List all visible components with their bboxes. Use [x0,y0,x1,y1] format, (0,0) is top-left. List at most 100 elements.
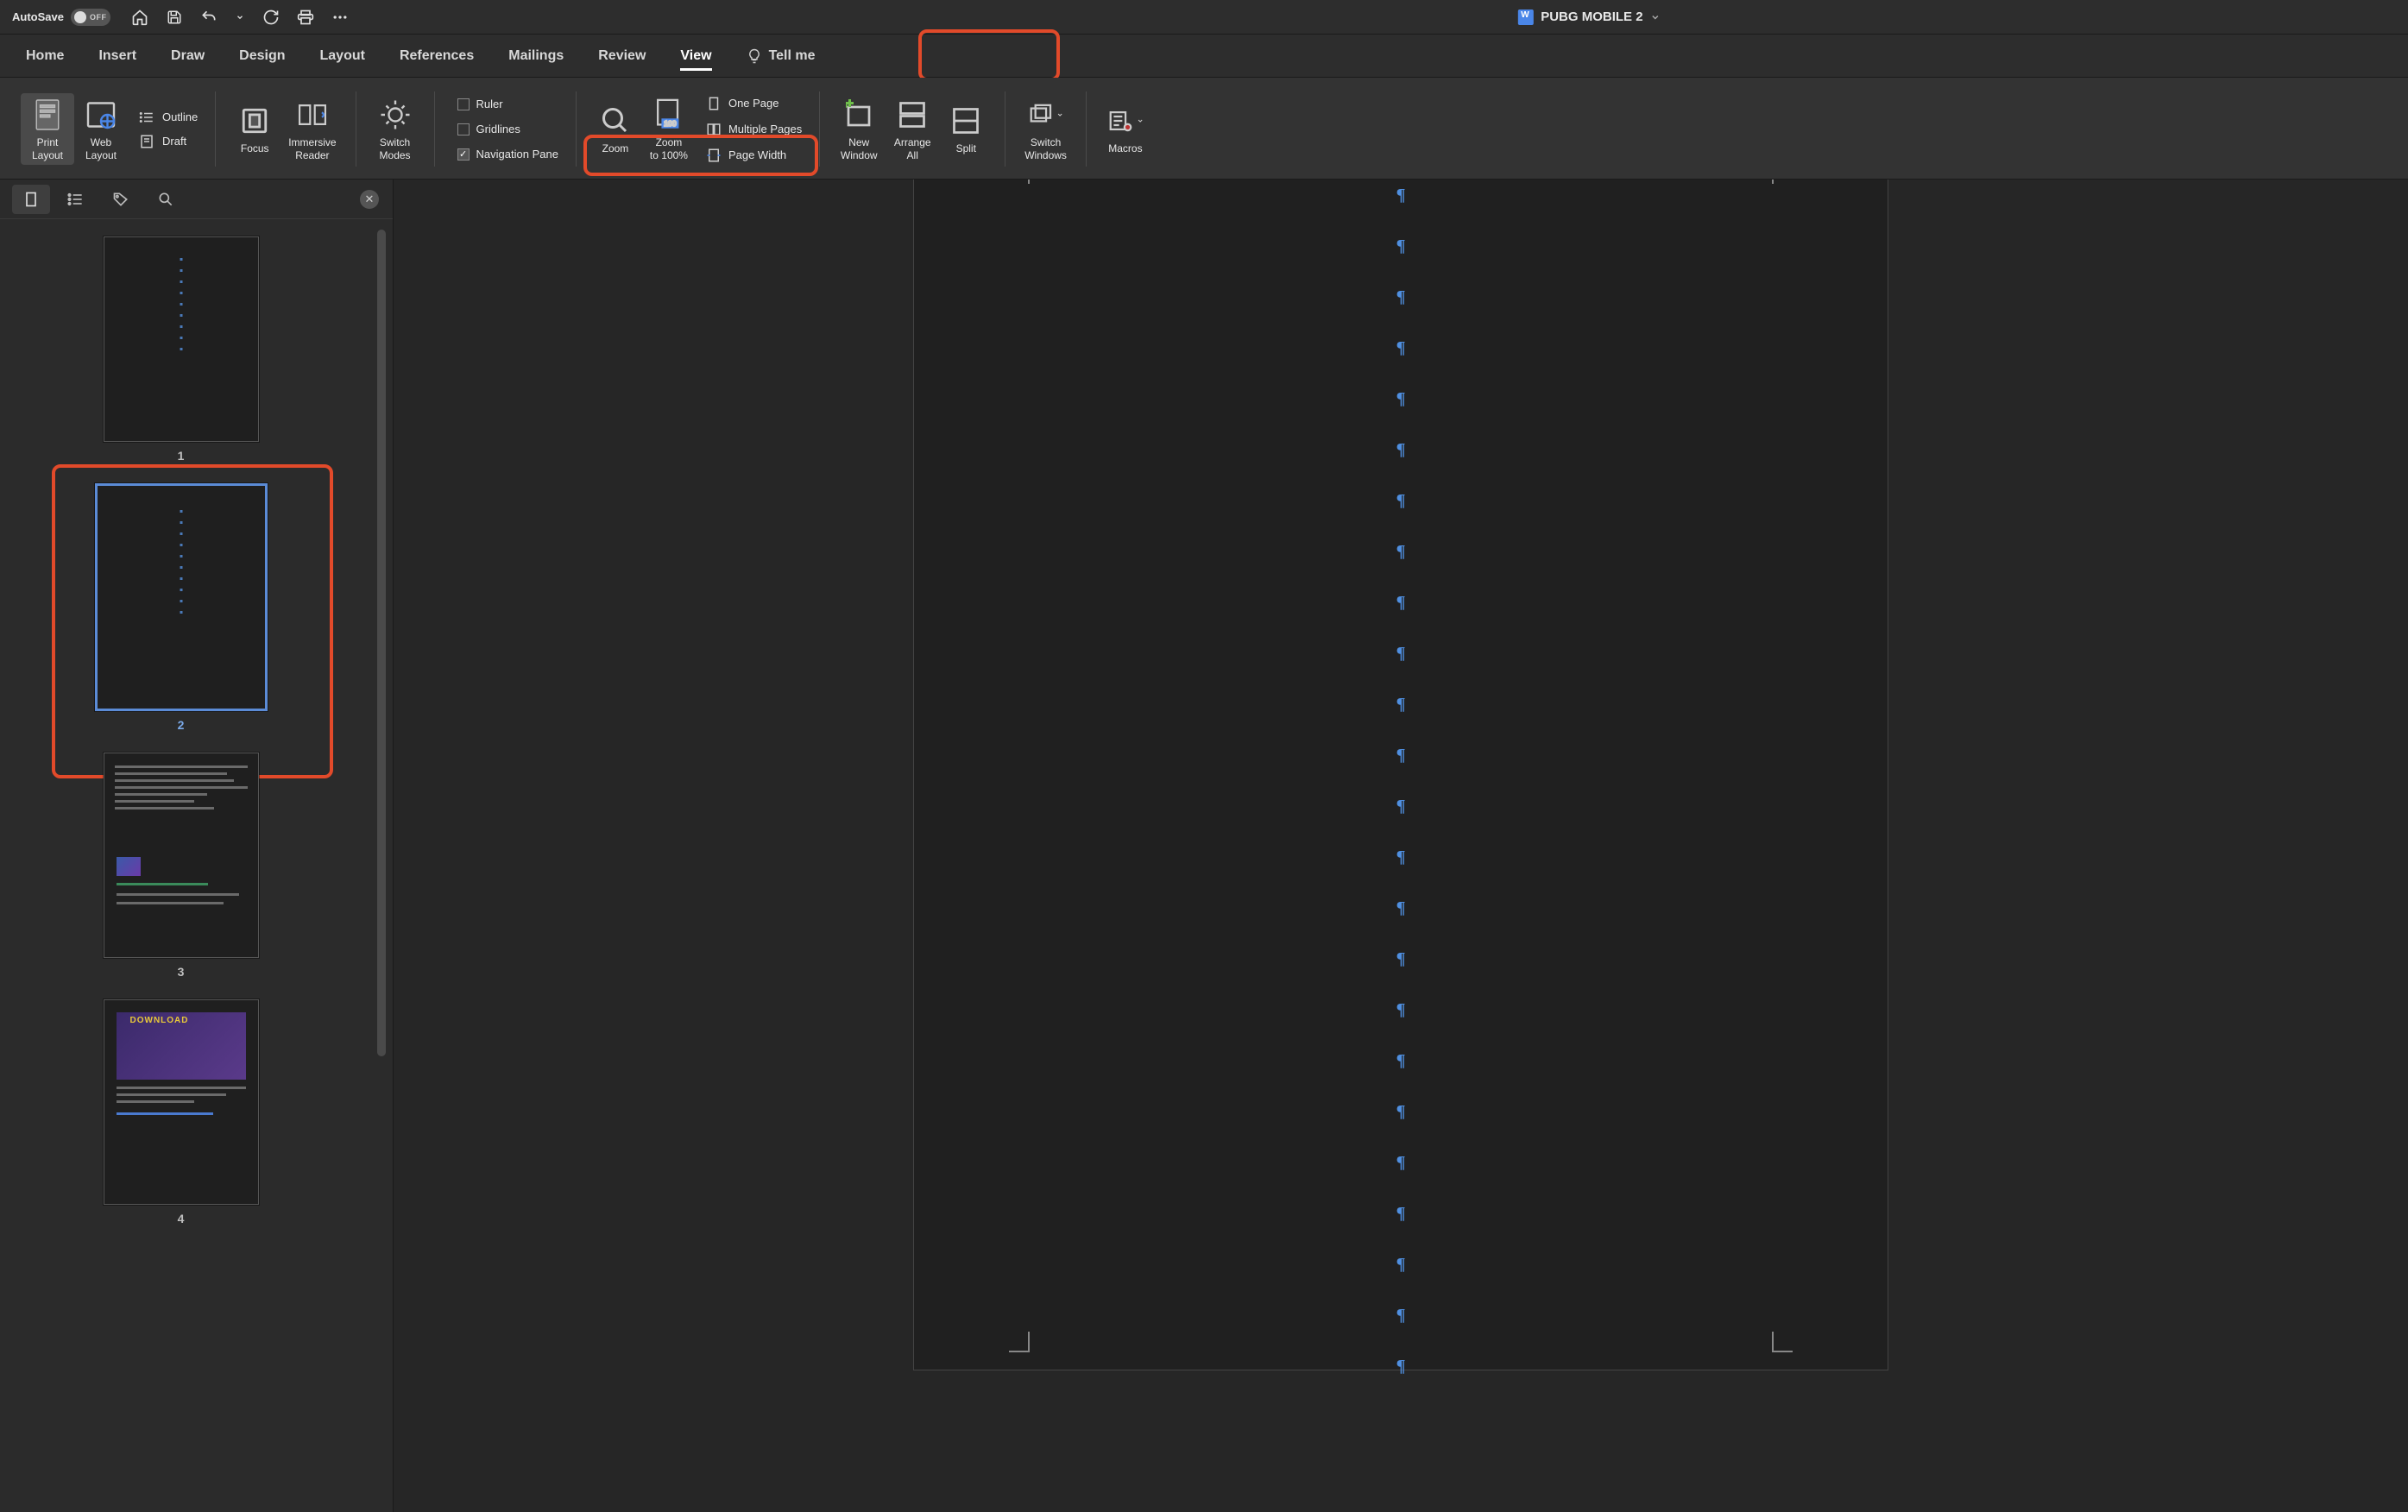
page-width-icon [706,148,722,163]
pilcrow-icon: ¶ [1396,1153,1406,1173]
pilcrow-icon: ¶ [1396,1204,1406,1224]
split-button[interactable]: Split [939,99,993,158]
tab-insert[interactable]: Insert [81,40,154,72]
group-macros: Macros [1087,83,1164,175]
draft-button[interactable]: Draft [133,132,203,151]
redo-icon[interactable] [262,9,280,26]
zoom-icon [597,103,634,139]
tab-layout[interactable]: Layout [303,40,382,72]
switch-modes-button[interactable]: Switch Modes [369,93,422,165]
zoom-100-button[interactable]: 100 Zoom to 100% [642,93,696,165]
tab-draw[interactable]: Draw [154,40,222,72]
document-canvas[interactable]: ¶ ¶ ¶ ¶ ¶ ¶ ¶ ¶ ¶ ¶ ¶ ¶ ¶ ¶ ¶ ¶ ¶ ¶ ¶ ¶ [394,180,2408,1512]
pilcrow-icon: ¶ [1396,898,1406,918]
ribbon-tabs: Home Insert Draw Design Layout Reference… [0,35,2408,78]
review-tab[interactable] [102,185,140,214]
save-icon[interactable] [166,9,183,26]
thumbnail-number: 3 [178,965,185,979]
pilcrow-icon: ¶ [1396,491,1406,511]
web-layout-button[interactable]: Web Layout [74,93,128,165]
tag-icon [112,191,129,208]
find-tab[interactable] [147,185,185,214]
page-thumbnail-2[interactable]: 2 [95,483,268,732]
pilcrow-icon: ¶ [1396,338,1406,358]
immersive-reader-button[interactable]: Immersive Reader [281,93,343,165]
macros-button[interactable]: Macros [1099,99,1152,158]
page-thumbnail-4[interactable]: DOWNLOAD 4 [104,999,259,1225]
tab-review[interactable]: Review [581,40,663,72]
macros-label: Macros [1108,142,1142,154]
thumbnail-number: 4 [178,1212,185,1225]
page-width-button[interactable]: Page Width [701,146,807,165]
checkbox-checked-icon [457,148,470,161]
pilcrow-icon: ¶ [1396,949,1406,969]
checkbox-icon [457,98,470,110]
pilcrow-icon: ¶ [1396,593,1406,613]
macros-icon [1107,103,1144,139]
thumbnails-tab[interactable] [12,185,50,214]
document-page[interactable]: ¶ ¶ ¶ ¶ ¶ ¶ ¶ ¶ ¶ ¶ ¶ ¶ ¶ ¶ ¶ ¶ ¶ ¶ ¶ ¶ [913,180,1888,1370]
document-title[interactable]: PUBG MOBILE 2 [1518,9,1660,25]
switch-windows-icon [1028,97,1064,133]
zoom-label: Zoom [602,142,629,154]
pilcrow-icon: ¶ [1396,1051,1406,1071]
zoom-button[interactable]: Zoom [589,99,642,158]
switch-windows-button[interactable]: Switch Windows [1018,93,1074,165]
pilcrow-icon: ¶ [1396,287,1406,307]
tab-design[interactable]: Design [222,40,302,72]
autosave-state: OFF [90,13,107,22]
pilcrow-icon: ¶ [1396,644,1406,664]
gridlines-checkbox[interactable]: Gridlines [452,121,564,137]
more-icon[interactable] [331,9,349,26]
navigation-pane-label: Navigation Pane [476,148,558,161]
page-width-label: Page Width [728,148,786,161]
page-thumbnail-1[interactable]: 1 [104,236,259,463]
focus-button[interactable]: Focus [228,99,281,158]
pilcrow-icon: ¶ [1396,440,1406,460]
draft-icon [138,134,155,149]
headings-tab[interactable] [57,185,95,214]
undo-icon[interactable] [200,9,217,26]
outline-button[interactable]: Outline [133,108,203,127]
ruler-checkbox[interactable]: Ruler [452,96,564,112]
new-window-button[interactable]: New Window [832,93,886,165]
print-layout-button[interactable]: Print Layout [21,93,74,165]
tab-mailings[interactable]: Mailings [491,40,581,72]
tab-home[interactable]: Home [9,40,81,72]
one-page-button[interactable]: One Page [701,94,807,113]
close-icon: ✕ [365,192,375,206]
arrange-all-button[interactable]: Arrange All [886,93,939,165]
group-window: New Window Arrange All Split [820,83,1005,175]
page-thumbnail-3[interactable]: 3 [104,753,259,979]
multiple-pages-button[interactable]: Multiple Pages [701,120,807,139]
home-icon[interactable] [131,9,148,26]
thumbnail-preview [95,483,268,711]
lightbulb-icon [747,48,762,64]
print-icon[interactable] [297,9,314,26]
pilcrow-icon: ¶ [1396,1306,1406,1326]
pilcrow-icon: ¶ [1396,695,1406,715]
scrollbar-thumb[interactable] [377,230,386,1056]
tab-references[interactable]: References [382,40,491,72]
arrange-all-icon [894,97,930,133]
gridlines-label: Gridlines [476,123,520,135]
autosave-group: AutoSave OFF [12,9,110,26]
annotation-box [918,29,1060,81]
focus-label: Focus [241,142,269,154]
document-title-text: PUBG MOBILE 2 [1541,9,1642,24]
outline-icon [138,110,155,125]
draft-label: Draft [162,135,186,148]
switch-modes-label: Switch Modes [380,136,411,161]
word-doc-icon [1518,9,1534,25]
autosave-toggle[interactable]: OFF [71,9,110,26]
group-immersive: Focus Immersive Reader [216,83,355,175]
scrollbar[interactable] [375,230,388,1502]
main-area: ✕ 1 2 [0,180,2408,1512]
tab-tellme[interactable]: Tell me [729,40,833,72]
tab-view[interactable]: View [663,40,728,72]
chevron-down-icon[interactable] [235,9,245,26]
close-navpane-button[interactable]: ✕ [360,190,379,209]
navpane-tabs: ✕ [0,180,393,219]
navigation-pane-checkbox[interactable]: Navigation Pane [452,146,564,162]
thumbnail-list[interactable]: 1 2 [0,219,393,1512]
